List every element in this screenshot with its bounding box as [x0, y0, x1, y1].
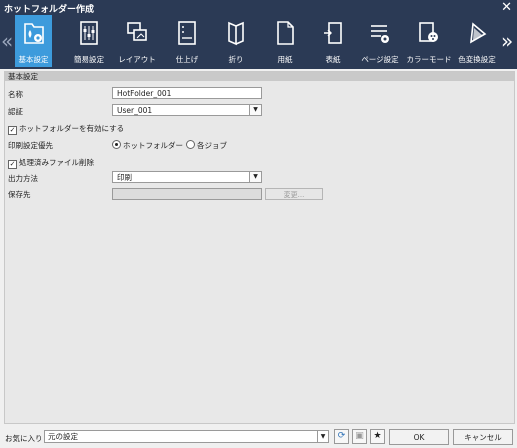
tab-simple-settings[interactable]: 簡易設定: [66, 15, 112, 67]
tab-label: 基本設定: [18, 55, 49, 64]
name-input[interactable]: HotFolder_001: [112, 87, 262, 99]
output-select[interactable]: 印刷 ▼: [112, 171, 262, 183]
name-label: 名称: [8, 90, 23, 99]
favorites-value: 元の設定: [48, 432, 78, 441]
title-bar: ホットフォルダー作成 ✕: [0, 0, 517, 15]
radio-selected-icon: [112, 140, 121, 149]
tab-basic-settings[interactable]: 基本設定: [15, 15, 52, 67]
priority-radio-hotfolder[interactable]: ホットフォルダー: [112, 140, 183, 151]
paper-icon: [277, 21, 294, 45]
scroll-left-icon[interactable]: «: [1, 31, 13, 51]
footer-bar: お気に入り 元の設定 ▼ ⟳ ▣ ★ OK キャンセル: [0, 425, 517, 448]
save-location-label: 保存先: [8, 190, 31, 199]
settings-panel: 基本設定 名称 HotFolder_001 認証 User_001 ▼ ✓ ホット…: [4, 71, 515, 424]
ok-button[interactable]: OK: [389, 429, 449, 445]
tab-page-settings[interactable]: ページ設定: [356, 15, 404, 67]
save-location-input: [112, 188, 262, 200]
tab-label: 用紙: [277, 55, 293, 64]
layout-icon: [127, 22, 147, 41]
output-label: 出力方法: [8, 174, 38, 183]
scroll-right-icon[interactable]: »: [501, 31, 513, 51]
fold-icon: [228, 21, 244, 46]
tab-color-mode[interactable]: カラーモード: [404, 15, 454, 67]
checkbox-checked-icon: ✓: [8, 126, 17, 135]
tab-label: レイアウト: [118, 55, 156, 64]
refresh-icon[interactable]: ⟳: [334, 429, 349, 444]
tab-finishing[interactable]: 仕上げ: [164, 15, 210, 67]
favorites-label: お気に入り: [5, 434, 43, 443]
section-header: 基本設定: [5, 72, 514, 81]
section-title: 基本設定: [8, 72, 38, 81]
favorite-star-icon[interactable]: ★: [370, 429, 385, 444]
tab-label: ページ設定: [361, 55, 399, 64]
tab-layout[interactable]: レイアウト: [114, 15, 160, 67]
tab-cover[interactable]: 表紙: [310, 15, 356, 67]
tab-label: 色変換設定: [458, 55, 496, 64]
color-mode-icon: [419, 22, 438, 42]
checkbox-checked-icon: ✓: [8, 160, 17, 169]
change-button: 変更...: [265, 188, 323, 200]
output-value: 印刷: [117, 173, 132, 182]
tab-label: 簡易設定: [74, 55, 104, 64]
priority-radio-each-job[interactable]: 各ジョブ: [186, 140, 227, 151]
chevron-down-icon: ▼: [249, 172, 261, 182]
chevron-down-icon: ▼: [249, 105, 261, 115]
priority-option-label: ホットフォルダー: [123, 141, 183, 150]
tab-paper[interactable]: 用紙: [262, 15, 308, 67]
favorites-select[interactable]: 元の設定 ▼: [44, 430, 329, 443]
priority-option-label: 各ジョブ: [197, 141, 227, 150]
save-favorite-icon[interactable]: ▣: [352, 429, 367, 444]
page-settings-icon: [371, 25, 389, 43]
cancel-button[interactable]: キャンセル: [453, 429, 513, 445]
tab-label: 折り: [228, 55, 244, 64]
tab-label: 表紙: [325, 55, 341, 64]
chevron-down-icon: ▼: [317, 431, 328, 442]
radio-unselected-icon: [186, 140, 195, 149]
enable-hotfolder-checkbox[interactable]: ✓ ホットフォルダーを有効にする: [8, 123, 124, 135]
enable-hotfolder-label: ホットフォルダーを有効にする: [19, 124, 125, 133]
tab-color-conversion[interactable]: 色変換設定: [454, 15, 500, 67]
close-icon[interactable]: ✕: [501, 0, 512, 15]
finishing-icon: [178, 21, 196, 45]
delete-processed-label: 処理済みファイル削除: [19, 158, 94, 167]
priority-label: 印刷設定優先: [8, 141, 53, 150]
tab-label: カラーモード: [406, 55, 452, 64]
auth-label: 認証: [8, 107, 23, 116]
auth-value: User_001: [117, 106, 153, 115]
settings-toolbar: « 基本設定 簡易設定 レイアウト 仕上げ 折り 用紙 表紙 ページ設定 カラー…: [0, 15, 517, 69]
color-conversion-icon: [470, 22, 487, 44]
auth-select[interactable]: User_001 ▼: [112, 104, 262, 116]
folder-gear-icon: [23, 23, 44, 44]
delete-processed-checkbox[interactable]: ✓ 処理済みファイル削除: [8, 157, 94, 169]
sliders-icon: [80, 21, 98, 45]
tab-fold[interactable]: 折り: [213, 15, 259, 67]
tab-label: 仕上げ: [175, 55, 199, 64]
cover-icon: [324, 22, 342, 44]
window-title: ホットフォルダー作成: [4, 5, 95, 15]
